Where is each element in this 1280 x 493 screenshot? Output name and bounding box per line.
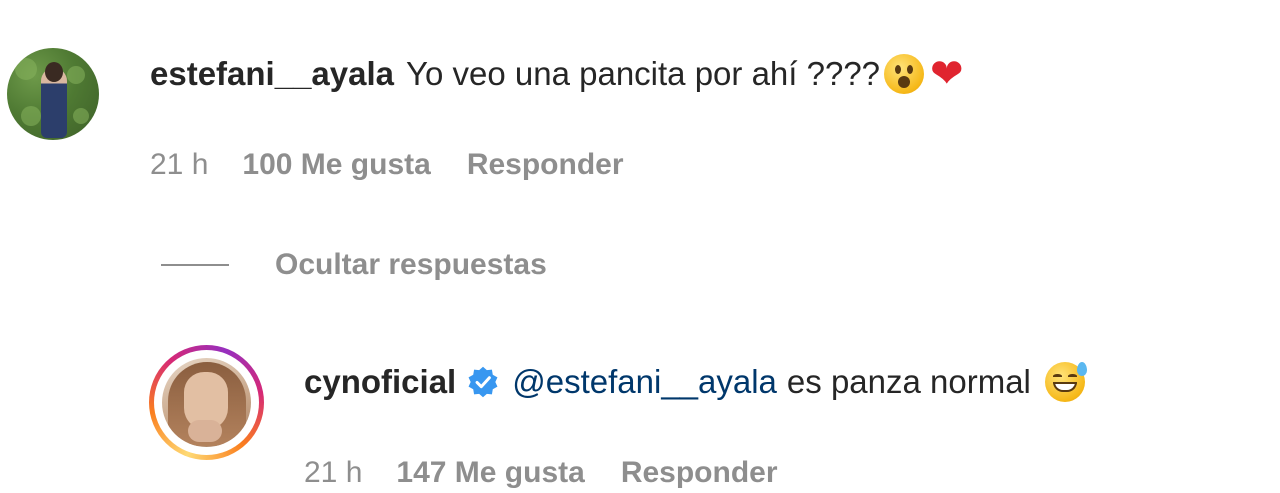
- reply-likes-link[interactable]: 147 Me gusta: [396, 456, 584, 490]
- reply-text: es panza normal: [786, 363, 1031, 400]
- comment-reply-button[interactable]: Responder: [467, 148, 624, 182]
- reply-mention-link[interactable]: @estefani__ayala: [512, 362, 777, 402]
- comment-meta: 21 h 100 Me gusta Responder: [150, 148, 624, 182]
- reply-time: 21 h: [304, 456, 363, 489]
- comment-body: estefani__ayala Yo veo una pancita por a…: [150, 54, 964, 94]
- reply-username[interactable]: cynoficial: [304, 362, 456, 402]
- hide-replies-label: Ocultar respuestas: [275, 248, 547, 281]
- red-heart-icon: ❤: [930, 51, 964, 97]
- comment-thread: estefani__ayala Yo veo una pancita por a…: [0, 0, 1280, 493]
- avatar-estefani[interactable]: [7, 48, 99, 140]
- astonished-face-icon: [884, 54, 925, 94]
- grinning-face-with-sweat-icon: [1044, 362, 1087, 402]
- story-ring[interactable]: [149, 345, 264, 460]
- comment-text: Yo veo una pancita por ahí ????: [406, 55, 881, 92]
- hide-replies-button[interactable]: Ocultar respuestas: [161, 248, 547, 282]
- reply-body: cynoficial @estefani__ayala es panza nor…: [304, 362, 1087, 402]
- verified-badge-icon: [466, 365, 500, 399]
- comment-time: 21 h: [150, 148, 209, 181]
- reply-meta: 21 h 147 Me gusta Responder: [304, 456, 778, 490]
- comment-username[interactable]: estefani__ayala: [150, 54, 394, 94]
- reply-reply-button[interactable]: Responder: [621, 456, 778, 490]
- comment-likes-link[interactable]: 100 Me gusta: [242, 148, 430, 182]
- avatar-cynoficial[interactable]: [162, 358, 251, 447]
- divider-line: [161, 264, 229, 266]
